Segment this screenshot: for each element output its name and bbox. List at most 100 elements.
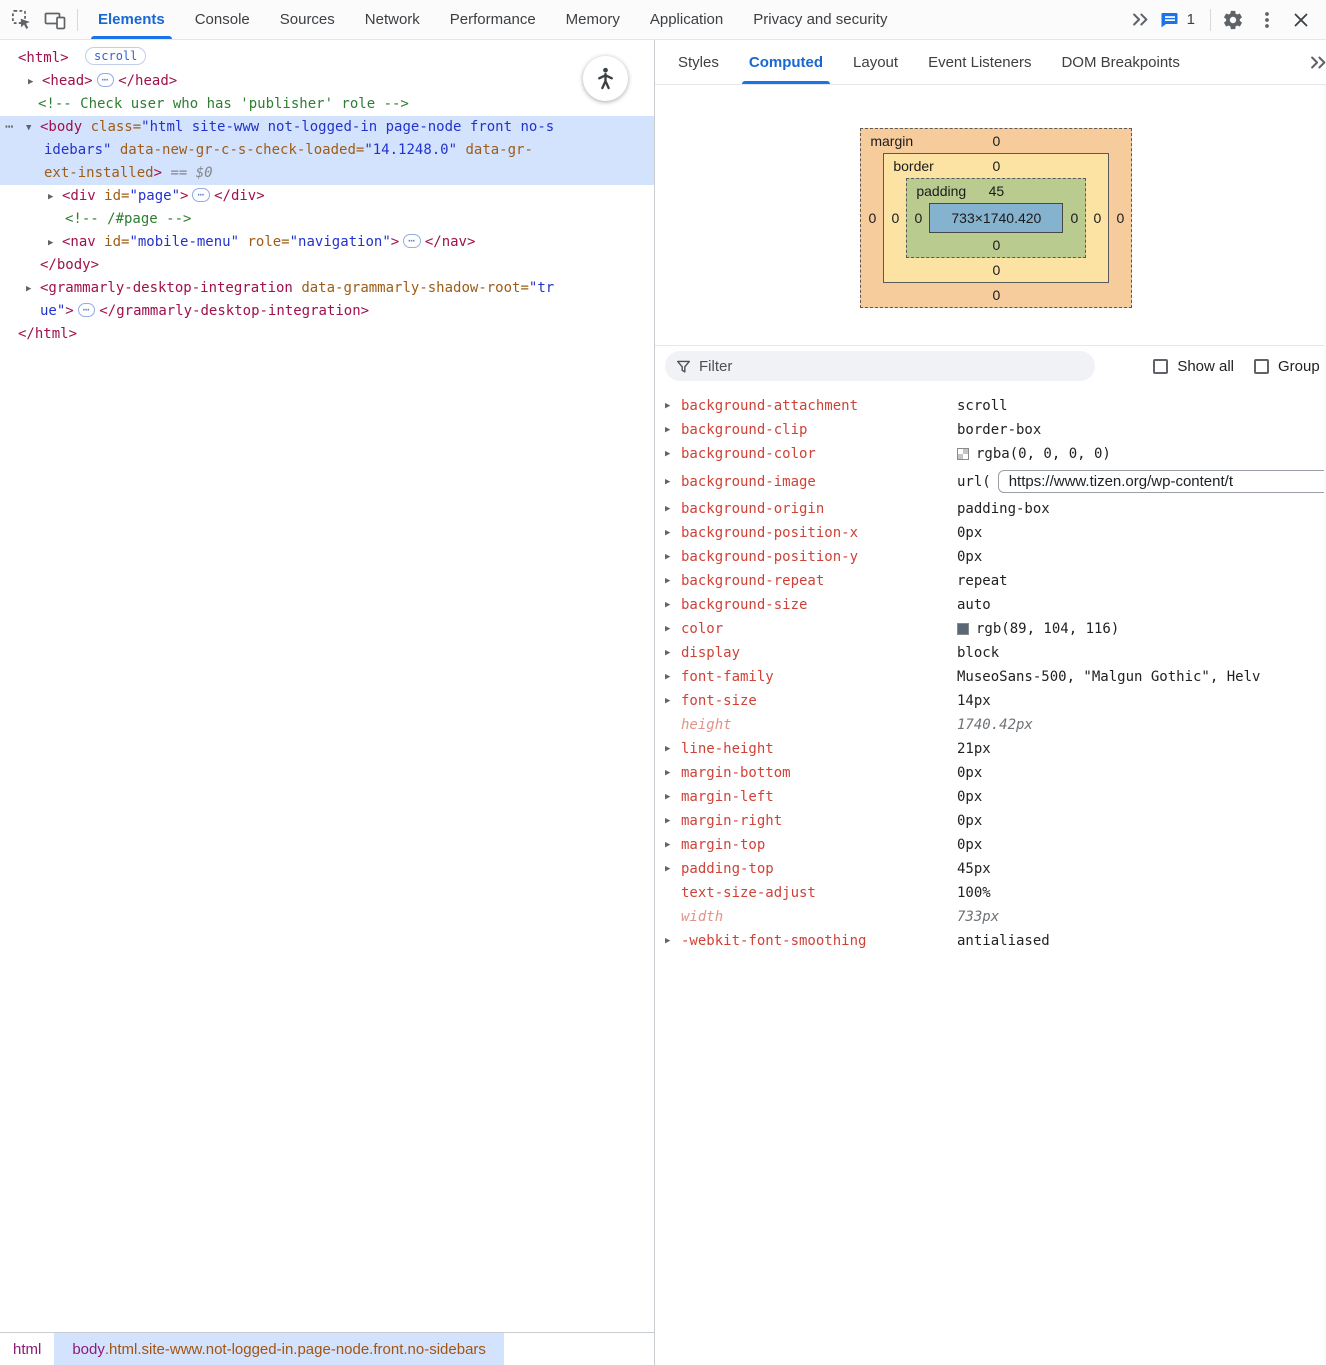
computed-property-row[interactable]: ▶line-height21px [655,737,1326,761]
property-expand-arrow-icon[interactable]: ▶ [665,768,681,778]
property-expand-arrow-icon[interactable]: ▶ [665,864,681,874]
tab-sources[interactable]: Sources [265,0,350,39]
tree-line[interactable]: idebars" data-new-gr-c-s-check-loaded="1… [0,139,654,162]
computed-property-row[interactable]: ▶margin-top0px [655,833,1326,857]
property-expand-arrow-icon[interactable]: ▶ [665,792,681,802]
computed-property-row[interactable]: ▶height1740.42px [655,713,1326,737]
expand-arrow-icon[interactable]: ▶ [48,186,53,209]
property-expand-arrow-icon[interactable]: ▶ [665,600,681,610]
show-all-checkbox[interactable] [1153,359,1168,374]
property-expand-arrow-icon[interactable]: ▶ [665,816,681,826]
sidebar-tab-computed[interactable]: Computed [734,40,838,84]
computed-property-row[interactable]: ▶margin-bottom0px [655,761,1326,785]
more-panels-chevron-icon[interactable] [1123,3,1157,37]
tree-line[interactable]: ⋯▼<body class="html site-www not-logged-… [0,116,654,139]
background-image-url-link[interactable]: https://www.tizen.org/wp-content/t [998,470,1326,493]
tab-memory[interactable]: Memory [551,0,635,39]
computed-property-row[interactable]: ▶displayblock [655,641,1326,665]
property-expand-arrow-icon[interactable]: ▶ [665,528,681,538]
computed-property-row[interactable]: ▶margin-left0px [655,785,1326,809]
breadcrumb-crumb[interactable]: html [0,1333,54,1365]
tree-line[interactable]: <!-- Check user who has 'publisher' role… [0,93,654,116]
tree-line[interactable]: ▶<nav id="mobile-menu" role="navigation"… [0,231,654,254]
group-toggle[interactable]: Group [1254,358,1320,375]
device-toolbar-icon[interactable] [38,3,72,37]
show-all-toggle[interactable]: Show all [1153,358,1234,375]
tab-application[interactable]: Application [635,0,738,39]
property-expand-arrow-icon[interactable]: ▶ [665,840,681,850]
computed-property-row[interactable]: ▶background-sizeauto [655,593,1326,617]
node-menu-dots-icon[interactable]: ⋯ [5,116,14,139]
computed-property-row[interactable]: ▶colorrgb(89, 104, 116) [655,617,1326,641]
property-expand-arrow-icon[interactable]: ▶ [665,744,681,754]
tree-line[interactable]: </html> [0,323,654,346]
collapse-arrow-icon[interactable]: ▼ [26,117,31,140]
inspect-element-icon[interactable] [4,3,38,37]
settings-gear-icon[interactable] [1216,3,1250,37]
computed-property-row[interactable]: ▶font-familyMuseoSans-500, "Malgun Gothi… [655,665,1326,689]
computed-property-row[interactable]: ▶margin-right0px [655,809,1326,833]
tab-performance[interactable]: Performance [435,0,551,39]
tree-line[interactable]: ▶<div id="page">⋯</div> [0,185,654,208]
tree-line[interactable]: ue">⋯</grammarly-desktop-integration> [0,300,654,323]
computed-property-row[interactable]: ▶background-clipborder-box [655,418,1326,442]
computed-property-row[interactable]: ▶background-colorrgba(0, 0, 0, 0) [655,442,1326,466]
tab-console[interactable]: Console [180,0,265,39]
tab-network[interactable]: Network [350,0,435,39]
expand-inline-dots-icon[interactable]: ⋯ [403,234,421,248]
property-expand-arrow-icon[interactable]: ▶ [665,648,681,658]
property-expand-arrow-icon[interactable]: ▶ [665,576,681,586]
computed-property-row[interactable]: ▶background-imageurl(https://www.tizen.o… [655,466,1326,497]
property-expand-arrow-icon[interactable]: ▶ [665,449,681,459]
computed-property-row[interactable]: ▶padding-top45px [655,857,1326,881]
computed-property-row[interactable]: ▶background-attachmentscroll [655,394,1326,418]
expand-arrow-icon[interactable]: ▶ [26,278,31,301]
box-model-content[interactable]: 733×1740.420 [929,203,1063,233]
box-model-border[interactable]: border 0 0 padding 45 [883,153,1109,283]
more-sidebar-tabs-chevron-icon[interactable] [1298,40,1326,84]
tree-line[interactable]: <!-- /#page --> [0,208,654,231]
computed-property-row[interactable]: ▶background-repeatrepeat [655,569,1326,593]
box-model-padding[interactable]: padding 45 0 733×1740.420 [906,178,1086,258]
expand-inline-dots-icon[interactable]: ⋯ [78,303,96,317]
tab-elements[interactable]: Elements [83,0,180,39]
scroll-badge[interactable]: scroll [85,47,146,65]
computed-property-row[interactable]: ▶background-originpadding-box [655,497,1326,521]
tree-line[interactable]: <html> scroll [0,47,654,70]
sidebar-tab-layout[interactable]: Layout [838,40,913,84]
tree-line[interactable]: ▶<grammarly-desktop-integration data-gra… [0,277,654,300]
property-expand-arrow-icon[interactable]: ▶ [665,624,681,634]
box-model-margin[interactable]: margin 0 0 border 0 0 [860,128,1132,308]
property-expand-arrow-icon[interactable]: ▶ [665,504,681,514]
tab-privacy-and-security[interactable]: Privacy and security [738,0,902,39]
tree-line[interactable]: </body> [0,254,654,277]
sidebar-tab-dom-breakpoints[interactable]: DOM Breakpoints [1046,40,1194,84]
property-expand-arrow-icon[interactable]: ▶ [665,401,681,411]
group-checkbox[interactable] [1254,359,1269,374]
expand-inline-dots-icon[interactable]: ⋯ [97,73,115,87]
tree-line[interactable]: ▶<head>⋯</head> [0,70,654,93]
close-icon[interactable] [1284,3,1318,37]
property-expand-arrow-icon[interactable]: ▶ [665,936,681,946]
computed-property-row[interactable]: ▶background-position-y0px [655,545,1326,569]
sidebar-tab-event-listeners[interactable]: Event Listeners [913,40,1046,84]
expand-arrow-icon[interactable]: ▶ [48,232,53,255]
sidebar-tab-styles[interactable]: Styles [663,40,734,84]
property-expand-arrow-icon[interactable]: ▶ [665,696,681,706]
property-expand-arrow-icon[interactable]: ▶ [665,672,681,682]
breadcrumb-crumb[interactable]: body.html.site-www.not-logged-in.page-no… [54,1333,504,1365]
computed-property-row[interactable]: ▶-webkit-font-smoothingantialiased [655,929,1326,953]
accessibility-icon[interactable] [583,56,628,101]
property-expand-arrow-icon[interactable]: ▶ [665,477,681,487]
computed-property-row[interactable]: ▶background-position-x0px [655,521,1326,545]
property-expand-arrow-icon[interactable]: ▶ [665,425,681,435]
filter-input[interactable] [699,358,1084,375]
property-expand-arrow-icon[interactable]: ▶ [665,552,681,562]
kebab-menu-icon[interactable] [1250,3,1284,37]
console-messages-icon[interactable] [1157,3,1183,37]
tree-line[interactable]: ext-installed> == $0 [0,162,654,185]
expand-inline-dots-icon[interactable]: ⋯ [192,188,210,202]
computed-property-row[interactable]: ▶font-size14px [655,689,1326,713]
expand-arrow-icon[interactable]: ▶ [28,71,33,94]
computed-property-row[interactable]: ▶text-size-adjust100% [655,881,1326,905]
